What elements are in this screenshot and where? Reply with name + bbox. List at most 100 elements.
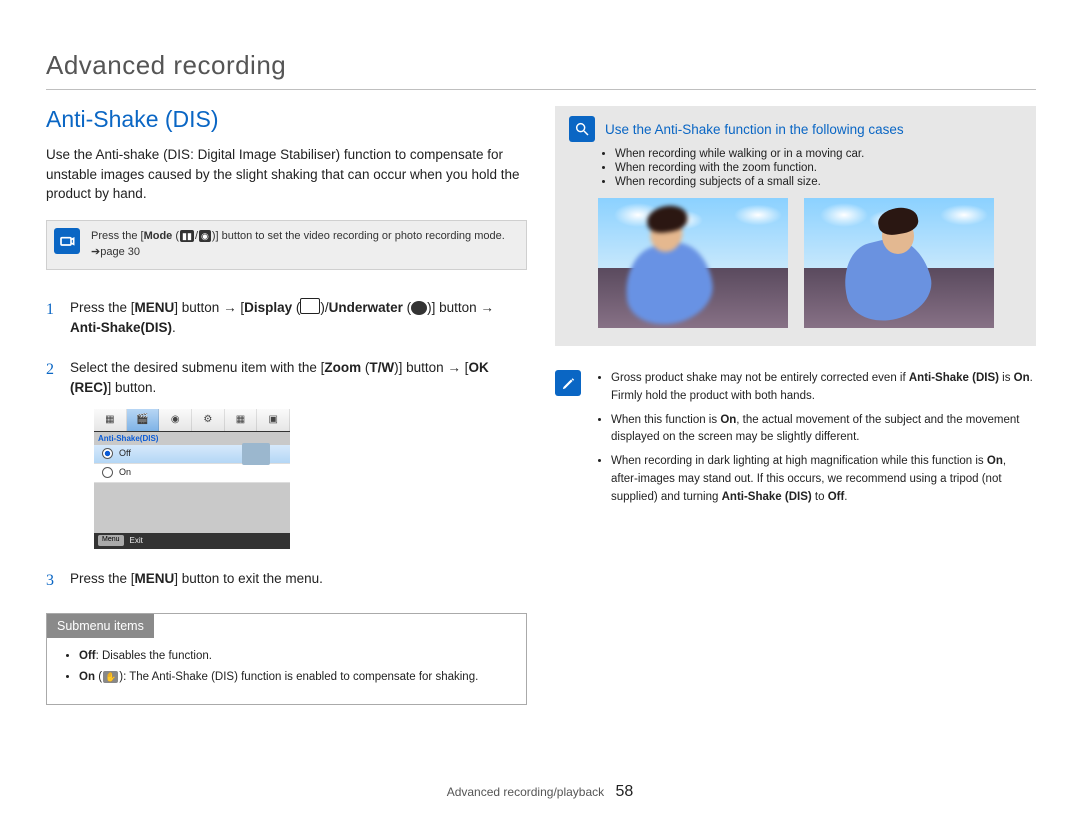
tip-sample-images (569, 198, 1022, 328)
w3b1: On (987, 455, 1003, 467)
w3a: When recording in dark lighting at high … (611, 455, 987, 467)
w3c: to (812, 491, 828, 503)
osd-radio-off (102, 448, 113, 459)
warning-note: Gross product shake may not be entirely … (555, 370, 1036, 513)
mode-note-box: Press the [Mode (▮▮/◉)] button to set th… (46, 220, 527, 270)
step-1-body: Press the [MENU] button → [Display ( )/Un… (70, 298, 527, 339)
mode-icon (54, 228, 80, 254)
w1a: Gross product shake may not be entirely … (611, 372, 909, 384)
submenu-off-text: : Disables the function. (96, 650, 212, 662)
w3b3: Off (828, 491, 845, 503)
mode-note-pageref: ➔page 30 (91, 246, 140, 258)
mode-note-text-2: ( (172, 230, 179, 242)
photo-mode-icon: ◉ (199, 230, 211, 242)
osd-footer-label: Exit (130, 535, 143, 547)
lead-paragraph: Use the Anti-shake (DIS: Digital Image S… (46, 145, 527, 204)
chapter-title: Advanced recording (46, 50, 1036, 81)
osd-tab-4: ⚙ (192, 409, 225, 431)
step-1-frag-e: ( (403, 300, 411, 315)
underwater-icon (411, 301, 427, 315)
step-1-display: Display (244, 300, 292, 315)
step-3-body: Press the [MENU] button to exit the menu… (70, 569, 527, 593)
w1b1: Anti-Shake (DIS) (909, 372, 999, 384)
step-3-frag-b: ] button to exit the menu. (174, 571, 323, 586)
step-2-tw: T/W (369, 360, 394, 375)
submenu-on-label: On (79, 671, 95, 683)
footer-text: Advanced recording/playback (447, 785, 604, 799)
step-2-zoom: Zoom (324, 360, 361, 375)
w2b1: On (720, 414, 736, 426)
step-3-menu: MENU (135, 571, 175, 586)
tip-bullets: When recording while walking or in a mov… (585, 148, 1022, 188)
step-1: 1 Press the [MENU] button → [Display ( )/… (46, 298, 527, 339)
mode-note-sep: / (195, 230, 198, 242)
tip-bullet-1: When recording while walking or in a mov… (615, 148, 1022, 160)
magnify-icon (569, 116, 595, 142)
warn-item-3: When recording in dark lighting at high … (611, 453, 1036, 506)
step-1-underwater: Underwater (329, 300, 403, 315)
osd-item-off-label: Off (119, 447, 131, 461)
step-1-frag-a: Press the [ (70, 300, 135, 315)
w1b2: On (1014, 372, 1030, 384)
step-1-frag-d: )/ (320, 300, 328, 315)
submenu-items-box: Submenu items Off: Disables the function… (46, 613, 527, 706)
submenu-item-off: Off: Disables the function. (79, 648, 512, 665)
tip-bullet-3: When recording subjects of a small size. (615, 176, 1022, 188)
submenu-body: Off: Disables the function. On (✋): The … (47, 638, 526, 705)
step-2-frag-c: )] button → [ (394, 360, 468, 375)
osd-tab-6: ▣ (257, 409, 290, 431)
warning-list: Gross product shake may not be entirely … (595, 370, 1036, 513)
step-2-frag-d: ] button. (108, 380, 157, 395)
step-3-frag-a: Press the [ (70, 571, 135, 586)
step-2-body: Select the desired submenu item with the… (70, 358, 527, 549)
osd-tab-3: ◉ (159, 409, 192, 431)
page-content: Advanced recording Anti-Shake (DIS) Use … (46, 50, 1036, 705)
osd-tab-strip: ▦ 🎬 ◉ ⚙ ▦ ▣ (94, 409, 290, 432)
submenu-list: Off: Disables the function. On (✋): The … (61, 648, 512, 687)
hand-shake-icon: ✋ (103, 671, 118, 683)
video-mode-icon: ▮▮ (180, 230, 194, 242)
step-1-frag-c: ( (292, 300, 300, 315)
w1b: is (999, 372, 1014, 384)
sample-image-sharp (804, 198, 994, 328)
left-column: Anti-Shake (DIS) Use the Anti-shake (DIS… (46, 106, 527, 705)
section-divider (46, 89, 1036, 90)
step-1-frag-b: ] button → [ (174, 300, 244, 315)
osd-item-on: On (94, 464, 290, 483)
tip-title: Use the Anti-Shake function in the follo… (605, 122, 904, 137)
step-1-target: Anti-Shake(DIS) (70, 320, 172, 335)
pencil-icon (555, 370, 581, 396)
steps-list: 1 Press the [MENU] button → [Display ()/… (46, 298, 527, 593)
page-number: 58 (615, 783, 633, 800)
osd-tab-1: ▦ (94, 409, 127, 431)
w3b2: Anti-Shake (DIS) (722, 491, 812, 503)
mode-note-text-3: )] button to set the video recording or … (212, 230, 505, 242)
tip-bullet-2: When recording with the zoom function. (615, 162, 1022, 174)
step-1-number: 1 (46, 298, 60, 339)
page-footer: Advanced recording/playback 58 (0, 783, 1080, 801)
display-icon (300, 298, 320, 314)
tip-box: Use the Anti-Shake function in the follo… (555, 106, 1036, 346)
warn-item-1: Gross product shake may not be entirely … (611, 370, 1036, 406)
submenu-item-on: On (✋): The Anti-Shake (DIS) function is… (79, 669, 512, 686)
osd-preview-thumb (242, 443, 270, 465)
osd-item-on-label: On (119, 466, 131, 480)
step-3-number: 3 (46, 569, 60, 593)
osd-footer-btn: Menu (98, 535, 124, 546)
section-title: Anti-Shake (DIS) (46, 106, 527, 133)
step-1-menu: MENU (135, 300, 175, 315)
mode-note-bold-mode: Mode (144, 230, 173, 242)
osd-radio-on (102, 467, 113, 478)
sample-image-blurry (598, 198, 788, 328)
osd-title: Anti-Shake(DIS) (98, 433, 158, 445)
submenu-heading: Submenu items (47, 614, 154, 638)
two-column-layout: Anti-Shake (DIS) Use the Anti-shake (DIS… (46, 106, 1036, 705)
osd-tab-2: 🎬 (127, 409, 160, 431)
step-2-number: 2 (46, 358, 60, 549)
submenu-off-label: Off (79, 650, 96, 662)
w2a: When this function is (611, 414, 720, 426)
osd-thumbnail: ▦ 🎬 ◉ ⚙ ▦ ▣ Anti-Shake(DIS) Off On (94, 409, 290, 549)
step-2-frag-a: Select the desired submenu item with the… (70, 360, 324, 375)
submenu-on-text: ): The Anti-Shake (DIS) function is enab… (119, 671, 478, 683)
step-1-frag-f: )] button → (427, 300, 494, 315)
